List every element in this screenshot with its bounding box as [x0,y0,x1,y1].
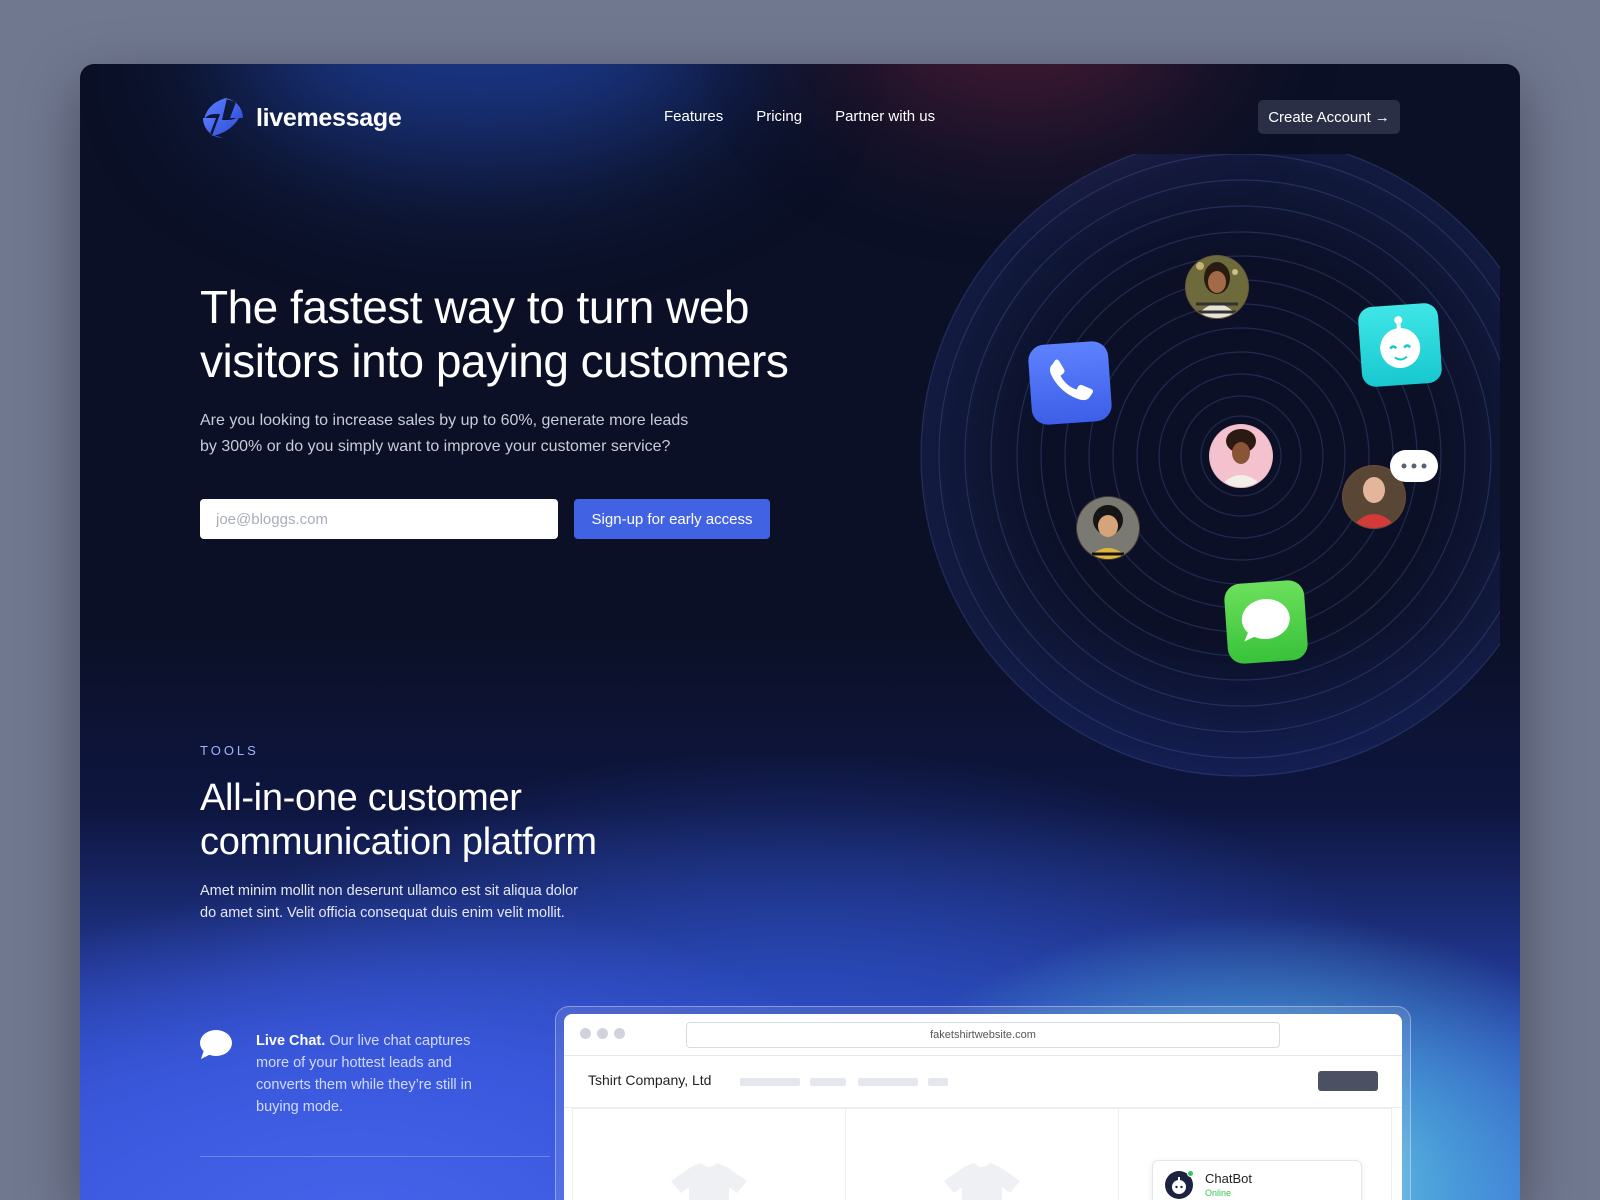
nav-link-partner[interactable]: Partner with us [835,108,935,125]
tools-desc-line-2: do amet sint. Velit officia consequat du… [200,905,565,921]
mock-product-card [572,1108,846,1200]
tools-title-line-2: communication platform [200,821,597,863]
orbit-illustration [920,154,1500,777]
mock-nav-placeholder [928,1078,948,1086]
signup-button[interactable]: Sign-up for early access [574,499,770,539]
tools-title-line-1: All-in-one customer [200,777,522,819]
avatar-woman-top [1185,255,1249,319]
window-dot-close [580,1028,591,1039]
phone-app-icon [1028,341,1112,425]
tshirt-icon [671,1163,747,1200]
nav-link-pricing[interactable]: Pricing [756,108,802,125]
avatar-woman-left [1076,496,1140,560]
tools-title: All-in-one customer communication platfo… [200,776,720,864]
nav-link-features[interactable]: Features [664,108,723,125]
hero-subtitle-line-1: Are you looking to increase sales by up … [200,412,689,429]
landing-page-frame: livemessage Features Pricing Partner wit… [80,64,1520,1200]
bolt-logo-icon [203,98,243,138]
robot-app-icon [1358,303,1442,387]
chatbot-name: ChatBot [1205,1171,1252,1186]
avatar-woman-center [1209,424,1273,488]
feature-live-chat-title: Live Chat. [256,1033,326,1049]
browser-toolbar: faketshirtwebsite.com [564,1014,1402,1056]
create-account-button[interactable]: Create Account → [1258,100,1400,134]
window-dot-minimize [597,1028,608,1039]
feature-live-chat-text: Live Chat. Our live chat captures more o… [256,1030,490,1118]
typing-bubble [1390,450,1438,482]
brand-name: livemessage [256,103,402,132]
tools-eyebrow: TOOLS [200,743,259,758]
mock-site-header: Tshirt Company, Ltd [564,1056,1402,1108]
mock-site-name: Tshirt Company, Ltd [588,1072,712,1088]
window-dot-maximize [614,1028,625,1039]
tools-description: Amet minim mollit non deserunt ullamco e… [200,880,620,924]
brand-logo[interactable]: livemessage [200,96,402,140]
feature-divider [200,1156,550,1157]
mock-nav-placeholder [810,1078,846,1086]
hero-title-line-2: visitors into paying customers [200,335,789,387]
online-indicator [1187,1170,1194,1177]
hero-subtitle-line-2: by 300% or do you simply want to improve… [200,438,671,455]
mock-nav-placeholder [740,1078,800,1086]
tools-desc-line-1: Amet minim mollit non deserunt ullamco e… [200,883,578,899]
browser-mockup: faketshirtwebsite.com Tshirt Company, Lt… [564,1014,1402,1200]
hero-title-line-1: The fastest way to turn web [200,281,750,333]
arrow-right-icon: → [1374,108,1390,126]
create-account-label: Create Account [1268,108,1371,126]
top-red-glow [840,64,1200,114]
tshirt-icon [944,1163,1020,1200]
hero-title: The fastest way to turn web visitors int… [200,280,900,388]
hero-subtitle: Are you looking to increase sales by up … [200,408,740,460]
chatbot-widget[interactable]: ChatBot Online [1152,1160,1362,1200]
mock-site-button [1318,1071,1378,1091]
feature-live-chat[interactable]: Live Chat. Our live chat captures more o… [200,1030,490,1118]
main-nav: Features Pricing Partner with us [664,108,935,125]
url-bar: faketshirtwebsite.com [686,1022,1280,1048]
messages-app-icon [1224,580,1308,664]
mock-product-card [845,1108,1119,1200]
mock-nav-placeholder [858,1078,918,1086]
chat-bubble-icon [200,1030,232,1059]
email-input[interactable] [200,499,558,539]
chatbot-status: Online [1205,1188,1232,1198]
